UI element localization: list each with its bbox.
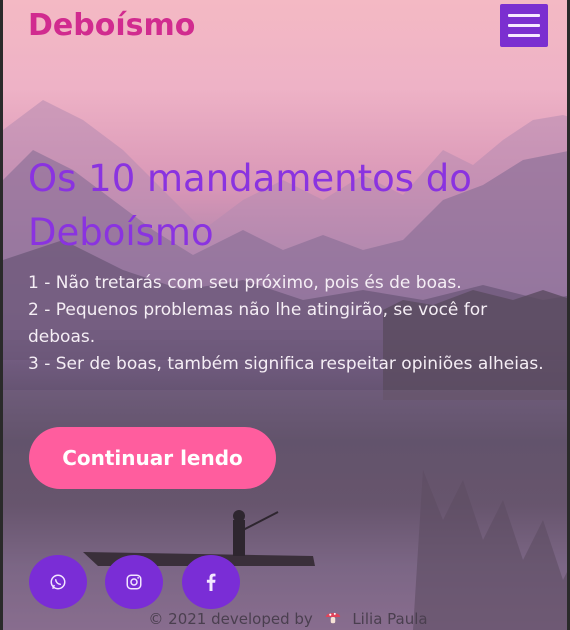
hamburger-menu-icon-bar xyxy=(508,34,540,37)
instagram-icon xyxy=(126,574,142,590)
hamburger-menu-icon-bar xyxy=(508,24,540,27)
footer-prefix: © 2021 developed by xyxy=(148,610,313,628)
commandment-item: 2 - Pequenos problemas não lhe atingirão… xyxy=(28,300,488,347)
continue-reading-button[interactable]: Continuar lendo xyxy=(29,427,276,489)
brand-logo[interactable]: Deboísmo xyxy=(28,8,195,43)
commandment-item: 1 - Não tretarás com seu próximo, pois é… xyxy=(28,273,462,293)
page: Deboísmo Os 10 mandamentos do Deboísmo 1… xyxy=(0,0,570,630)
facebook-icon xyxy=(206,573,216,591)
mushroom-icon xyxy=(324,608,342,630)
hamburger-menu-button[interactable] xyxy=(500,4,548,47)
hamburger-menu-icon-bar xyxy=(508,14,540,17)
whatsapp-icon xyxy=(50,574,66,590)
footer-credit: © 2021 developed by Lilia Paula xyxy=(3,608,567,630)
hero-title: Os 10 mandamentos do Deboísmo xyxy=(28,157,472,254)
whatsapp-link[interactable] xyxy=(29,555,87,609)
commandments-list: 1 - Não tretarás com seu próximo, pois é… xyxy=(28,270,548,378)
facebook-link[interactable] xyxy=(182,555,240,609)
footer-author[interactable]: Lilia Paula xyxy=(352,610,427,628)
instagram-link[interactable] xyxy=(105,555,163,609)
commandment-item: 3 - Ser de boas, também significa respei… xyxy=(28,354,544,374)
